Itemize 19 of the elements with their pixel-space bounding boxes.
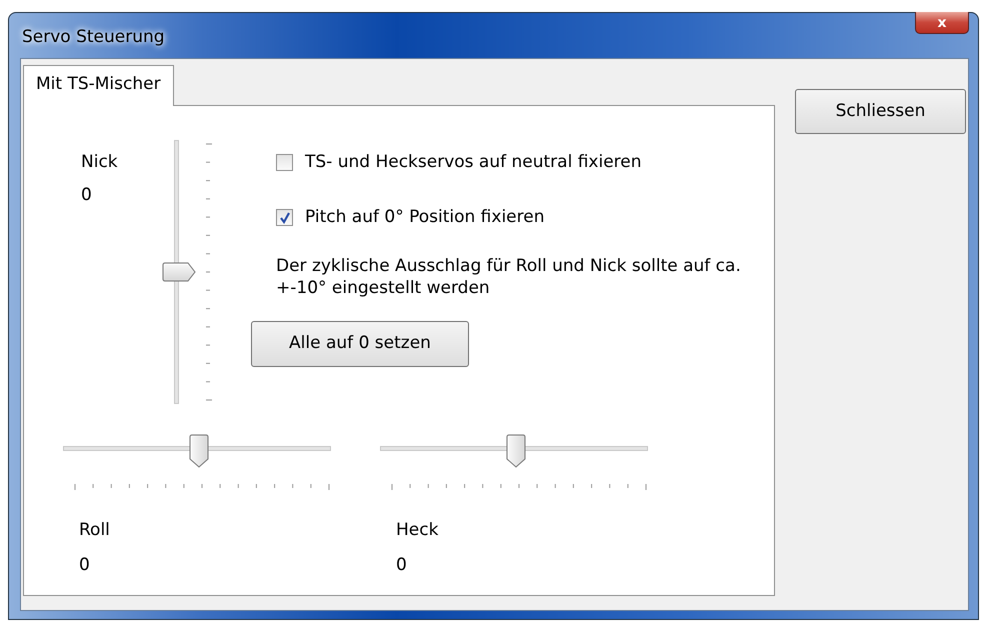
close-button[interactable]: Schliessen — [795, 89, 966, 134]
slider-thumb[interactable] — [506, 434, 526, 468]
window-title: Servo Steuerung — [22, 26, 165, 49]
checkbox[interactable] — [276, 154, 293, 171]
slider-label: Heck — [396, 518, 440, 542]
close-button[interactable]: x — [915, 12, 969, 34]
slider-value: 0 — [79, 554, 91, 577]
note-text: Der zyklische Ausschlag für Roll und Nick sollte auf ca. +-10° eingestellt werden — [276, 254, 742, 299]
reset-button[interactable]: Alle auf 0 setzen — [251, 320, 469, 367]
tab[interactable]: Mit TS-Mischer — [23, 65, 174, 106]
checkbox[interactable] — [276, 209, 293, 226]
slider-value: 0 — [81, 184, 93, 207]
checkbox-label[interactable]: TS- und Heckservos auf neutral fixieren — [305, 150, 642, 175]
slider-thumb[interactable] — [162, 262, 196, 282]
slider-label: Nick — [81, 150, 119, 174]
slider-thumb[interactable] — [189, 434, 209, 468]
checkbox-label[interactable]: Pitch auf 0° Position fixieren — [305, 205, 544, 230]
slider-label: Roll — [79, 518, 111, 542]
slider-value: 0 — [396, 554, 408, 577]
